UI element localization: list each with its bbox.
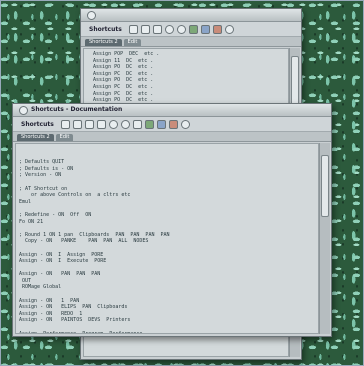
code-line: Assign PO DC etc . xyxy=(87,64,154,71)
code-line: ROMage Global xyxy=(19,284,62,291)
code-line: Assign PO DC etc . xyxy=(87,77,154,84)
undo-icon[interactable] xyxy=(108,119,118,129)
code-line: Assign PC DC etc . xyxy=(87,90,154,97)
code-line: Assign - ON I Execute PORE xyxy=(19,258,107,265)
code-line: Fo ON 21 xyxy=(19,218,44,225)
code-line: OUT xyxy=(19,277,32,284)
code-line: Assign Performance Program Performance xyxy=(19,330,143,334)
code-line: ; Version - ON xyxy=(19,172,62,179)
settings-icon[interactable] xyxy=(156,119,166,129)
code-line: Assign - ON PAINTOS DEVS Printers xyxy=(19,317,131,324)
foreground-scrollbar[interactable] xyxy=(319,143,330,334)
code-line: Assign - ON PAN PAN PAN xyxy=(19,271,101,278)
foreground-menu-label[interactable]: Shortcuts xyxy=(17,121,58,128)
code-line: Assign PC DC etc . xyxy=(87,70,154,77)
undo-icon[interactable] xyxy=(164,24,174,34)
tab-shortcuts[interactable]: Shortcuts 2 xyxy=(17,134,54,141)
help-icon[interactable] xyxy=(224,24,234,34)
foreground-text-area[interactable]: ; Defaults QUIT; Defaults is - ON; Versi… xyxy=(15,143,319,334)
foreground-toolbar: Shortcuts xyxy=(13,117,331,132)
help-icon[interactable] xyxy=(180,119,190,129)
code-line: ; AT Shortcut on xyxy=(19,185,68,192)
open-icon[interactable] xyxy=(72,119,82,129)
tab-shortcuts[interactable]: Shortcuts 2 xyxy=(85,39,122,46)
new-icon[interactable] xyxy=(60,119,70,129)
foreground-editor-window[interactable]: Shortcuts - Documentation Shortcuts Shor… xyxy=(12,103,332,337)
find-icon[interactable] xyxy=(144,119,154,129)
code-line: ; Redefine - ON Off ON xyxy=(19,211,92,218)
code-line: ; Round 1 ON 1 pan Clipboards PAN PAN PA… xyxy=(19,231,170,238)
redo-icon[interactable] xyxy=(176,24,186,34)
tab-edit[interactable]: Edit xyxy=(123,39,142,46)
foreground-tab-bar: Shortcuts 2 Edit xyxy=(13,132,331,142)
code-line: Assign - ON REDO 1 xyxy=(19,310,83,317)
window-menu-icon[interactable] xyxy=(87,10,96,20)
code-line: Assign POP DEC etc . xyxy=(87,51,160,57)
code-line: Assign - ON I Assign PORE xyxy=(19,251,104,258)
code-line: Assign - ON 1 PAN xyxy=(19,297,80,304)
code-line: Assign PC DC etc . xyxy=(87,83,154,90)
tab-edit[interactable]: Edit xyxy=(55,134,74,141)
foreground-title-bar[interactable]: Shortcuts - Documentation xyxy=(13,104,331,117)
code-line: ; Defaults QUIT xyxy=(19,159,65,166)
background-tab-bar: Shortcuts 2 Edit xyxy=(81,37,301,47)
save-icon[interactable] xyxy=(152,24,162,34)
window-title: Shortcuts - Documentation xyxy=(31,106,123,113)
print-icon[interactable] xyxy=(132,119,142,129)
background-title-bar[interactable] xyxy=(81,9,301,22)
find-icon[interactable] xyxy=(200,24,210,34)
scroll-thumb[interactable] xyxy=(321,155,329,217)
cut-icon[interactable] xyxy=(96,119,106,129)
save-icon[interactable] xyxy=(84,119,94,129)
new-icon[interactable] xyxy=(128,24,138,34)
code-line: Assign - ON ELIPS PAN Clipboards xyxy=(19,304,128,311)
window-menu-icon[interactable] xyxy=(19,105,28,115)
open-icon[interactable] xyxy=(140,24,150,34)
code-line: Copy - ON PANKE PAN PAN ALL NODES xyxy=(19,238,149,245)
code-line: Emul xyxy=(19,198,32,205)
background-menu-label[interactable]: Shortcuts xyxy=(85,26,126,33)
background-toolbar: Shortcuts xyxy=(81,22,301,37)
settings-icon[interactable] xyxy=(212,24,222,34)
code-line: or above Controls on a cltrs etc xyxy=(19,192,131,199)
print-icon[interactable] xyxy=(188,24,198,34)
code-line: ; Defaults is - ON xyxy=(19,165,74,172)
edit-icon[interactable] xyxy=(168,119,178,129)
redo-icon[interactable] xyxy=(120,119,130,129)
code-line: Assign 11 DC etc . xyxy=(87,57,154,64)
